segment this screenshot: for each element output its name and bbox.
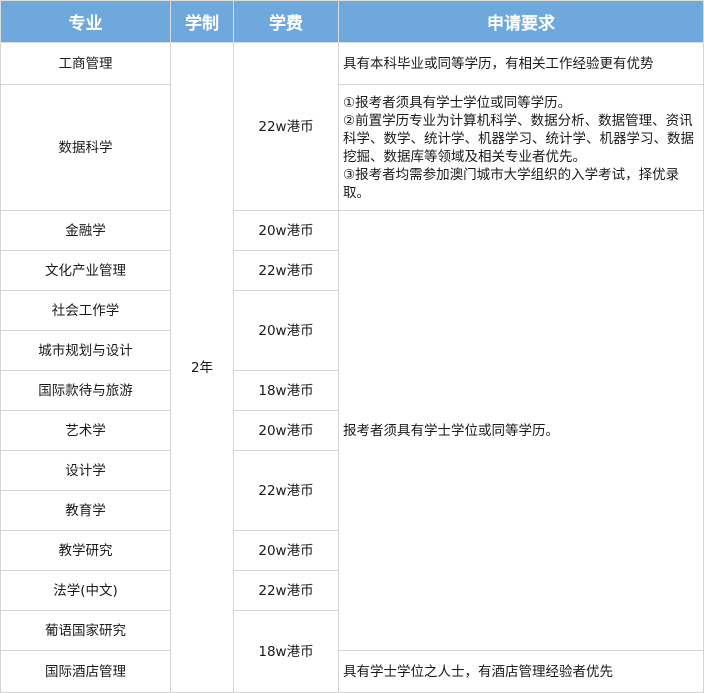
- major-cell: 数据科学: [0, 84, 171, 211]
- major-cell: 教学研究: [0, 530, 171, 571]
- requirement-cell: 报考者须具有学士学位或同等学历。: [338, 210, 704, 651]
- tuition-cell: 22w港币: [233, 42, 339, 211]
- major-cell: 法学(中文): [0, 570, 171, 611]
- header-tuition: 学费: [233, 0, 339, 43]
- tuition-cell: 20w港币: [233, 290, 339, 371]
- requirement-line: ③报考者均需参加澳门城市大学组织的入学考试，择优录取。: [343, 166, 680, 201]
- major-cell: 设计学: [0, 450, 171, 491]
- major-cell: 工商管理: [0, 42, 171, 85]
- header-duration: 学制: [170, 0, 234, 43]
- header-requirements: 申请要求: [338, 0, 704, 43]
- program-table: 专业 学制 学费 申请要求 工商管理 2年 22w港币 具有本科毕业或同等学历，…: [0, 0, 704, 693]
- tuition-cell: 22w港币: [233, 450, 339, 531]
- requirement-cell: 具有本科毕业或同等学历，有相关工作经验更有优势: [338, 42, 704, 85]
- requirement-cell: 具有学士学位之人士，有酒店管理经验者优先: [338, 650, 704, 693]
- header-major: 专业: [0, 0, 171, 43]
- tuition-cell: 18w港币: [233, 610, 339, 693]
- major-cell: 金融学: [0, 210, 171, 251]
- tuition-cell: 20w港币: [233, 530, 339, 571]
- major-cell: 社会工作学: [0, 290, 171, 331]
- tuition-cell: 22w港币: [233, 570, 339, 611]
- major-cell: 艺术学: [0, 410, 171, 451]
- table-row: 国际酒店管理 具有学士学位之人士，有酒店管理经验者优先: [0, 650, 704, 693]
- major-cell: 城市规划与设计: [0, 330, 171, 371]
- tuition-cell: 20w港币: [233, 210, 339, 251]
- table-header-row: 专业 学制 学费 申请要求: [0, 0, 704, 43]
- requirement-line: ②前置学历专业为计算机科学、数据分析、数据管理、资讯科学、数学、统计学、机器学习…: [343, 112, 694, 165]
- requirement-cell: ①报考者须具有学士学位或同等学历。 ②前置学历专业为计算机科学、数据分析、数据管…: [338, 84, 704, 211]
- major-cell: 教育学: [0, 490, 171, 531]
- table-row: 工商管理 2年 22w港币 具有本科毕业或同等学历，有相关工作经验更有优势: [0, 42, 704, 693]
- major-cell: 葡语国家研究: [0, 610, 171, 651]
- tuition-cell: 22w港币: [233, 250, 339, 291]
- tuition-cell: 18w港币: [233, 370, 339, 411]
- table-row: 数据科学 ①报考者须具有学士学位或同等学历。 ②前置学历专业为计算机科学、数据分…: [0, 84, 704, 211]
- major-cell: 文化产业管理: [0, 250, 171, 291]
- major-cell: 国际款待与旅游: [0, 370, 171, 411]
- page: 专业 学制 学费 申请要求 工商管理 2年 22w港币 具有本科毕业或同等学历，…: [0, 0, 704, 693]
- tuition-cell: 20w港币: [233, 410, 339, 451]
- requirement-line: ①报考者须具有学士学位或同等学历。: [343, 94, 572, 111]
- major-cell: 国际酒店管理: [0, 650, 171, 693]
- duration-cell: 2年: [170, 42, 234, 693]
- table-row: 金融学 20w港币 报考者须具有学士学位或同等学历。: [0, 210, 704, 651]
